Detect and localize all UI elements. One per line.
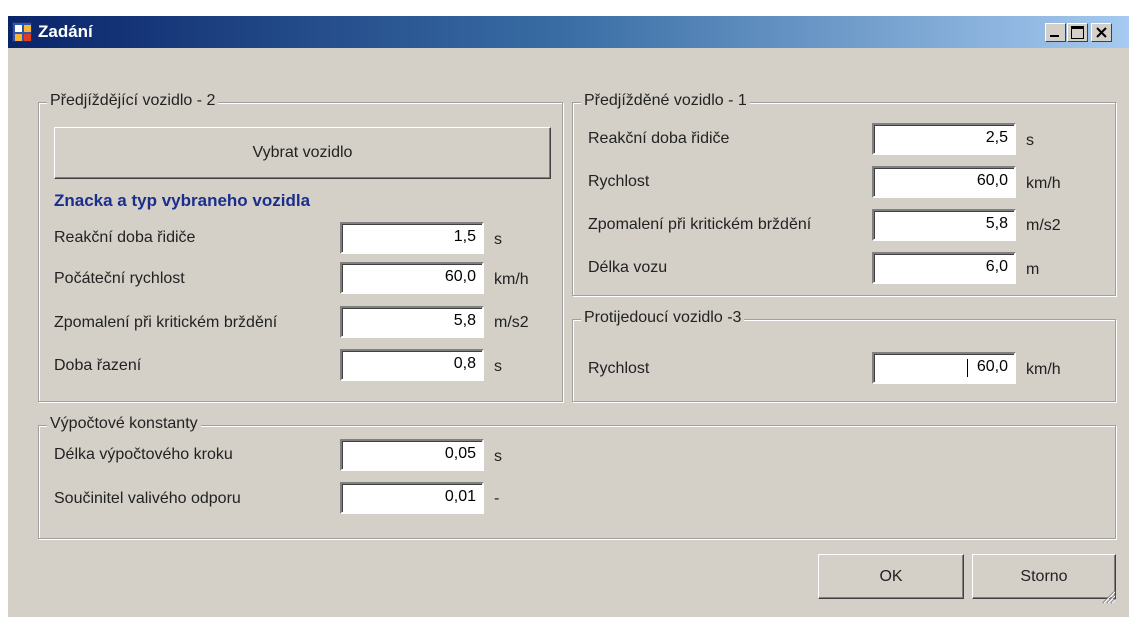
ov-speed-unit: km/h (494, 271, 529, 288)
ov-reaction-label: Reakční doba řidiče (54, 229, 196, 246)
ot-decel-unit: m/s2 (1026, 217, 1061, 234)
title-bar[interactable]: Zadání (8, 16, 1129, 48)
selected-vehicle-name: Znacka a typ vybraneho vozidla (54, 191, 311, 210)
constants-group-title: Výpočtové konstanty (47, 415, 201, 433)
ov-shift-field[interactable]: 0,8 (340, 349, 484, 381)
text-caret (967, 359, 968, 377)
step-length-unit: s (494, 448, 502, 465)
ot-speed-unit: km/h (1026, 175, 1061, 192)
overtaken-group-title: Předjížděné vozidlo - 1 (581, 92, 750, 110)
ov-shift-unit: s (494, 358, 502, 375)
maximize-button[interactable] (1067, 23, 1088, 42)
ov-shift-label: Doba řazení (54, 357, 142, 374)
step-length-field[interactable]: 0,05 (340, 439, 484, 471)
close-icon (1096, 27, 1107, 38)
ot-speed-label: Rychlost (588, 173, 650, 190)
ov-speed-label: Počáteční rychlost (54, 270, 185, 287)
rolling-resistance-unit: - (494, 490, 500, 507)
ok-button[interactable]: OK (818, 554, 964, 599)
rolling-resistance-field[interactable]: 0,01 (340, 482, 484, 514)
ov-speed-field[interactable]: 60,0 (340, 262, 484, 294)
close-button[interactable] (1091, 23, 1112, 42)
dialog-window: Zadání Předjíždějící vozidlo - 2 Vybrat … (7, 15, 1129, 617)
ot-reaction-unit: s (1026, 132, 1034, 149)
ot-decel-label: Zpomalení při kritickém brždění (588, 216, 812, 233)
ov-reaction-field[interactable]: 1,5 (340, 222, 484, 254)
ov-decel-unit: m/s2 (494, 314, 529, 331)
rolling-resistance-label: Součinitel valivého odporu (54, 490, 241, 507)
cancel-button[interactable]: Storno (972, 554, 1116, 599)
app-icon (12, 22, 32, 42)
ot-length-unit: m (1026, 261, 1040, 278)
ov-reaction-unit: s (494, 231, 502, 248)
ov-decel-field[interactable]: 5,8 (340, 306, 484, 338)
select-vehicle-button[interactable]: Vybrat vozidlo (54, 127, 551, 179)
oncoming-group-title: Protijedoucí vozidlo -3 (581, 309, 745, 327)
resize-grip-icon[interactable] (1100, 588, 1116, 604)
window-title: Zadání (38, 22, 93, 41)
oc-speed-field[interactable]: 60,0 (872, 352, 1016, 384)
ot-speed-field[interactable]: 60,0 (872, 166, 1016, 198)
ot-reaction-field[interactable]: 2,5 (872, 123, 1016, 155)
ot-length-label: Délka vozu (588, 259, 668, 276)
ov-decel-label: Zpomalení při kritickém brždění (54, 314, 278, 331)
minimize-button[interactable] (1045, 23, 1066, 42)
constants-group: Výpočtové konstanty (38, 415, 1116, 539)
ot-length-field[interactable]: 6,0 (872, 252, 1016, 284)
ot-reaction-label: Reakční doba řidiče (588, 130, 730, 147)
oc-speed-label: Rychlost (588, 360, 650, 377)
overtaking-group-title: Předjíždějící vozidlo - 2 (47, 92, 219, 110)
ot-decel-field[interactable]: 5,8 (872, 209, 1016, 241)
step-length-label: Délka výpočtového kroku (54, 446, 233, 463)
oc-speed-unit: km/h (1026, 361, 1061, 378)
